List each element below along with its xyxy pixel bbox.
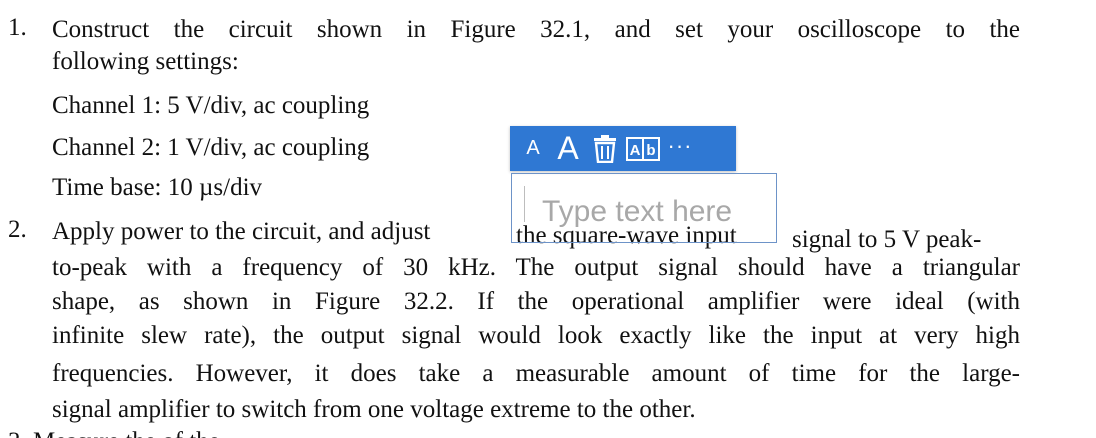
list-number-1: 1. <box>8 14 27 41</box>
text-style-label-b: b <box>646 142 655 159</box>
more-options-icon: ··· <box>667 132 693 158</box>
item1-line2: following settings: <box>52 48 239 75</box>
list-number-2: 2. <box>8 216 27 243</box>
setting-channel-1: Channel 1: 5 V/div, ac coupling <box>52 92 370 119</box>
text-box-icon: A b <box>626 136 660 161</box>
more-options-button[interactable]: ··· <box>662 123 698 174</box>
delete-button[interactable] <box>586 126 624 171</box>
font-size-increase-button[interactable]: A <box>550 126 586 171</box>
text-style-label-a: A <box>630 142 641 159</box>
item2-line4: infinite slew rate), the output signal w… <box>52 322 1020 349</box>
item1-line1: Construct the circuit shown in Figure 32… <box>52 16 1020 43</box>
trash-icon <box>594 134 616 163</box>
font-size-decrease-label: A <box>526 137 540 159</box>
setting-time-base: Time base: 10 µs/div <box>52 174 263 201</box>
item2-line2: to-peak with a frequency of 30 kHz. The … <box>52 254 1020 281</box>
font-size-increase-label: A <box>557 130 579 166</box>
item2-line6: signal amplifier to switch from one volt… <box>52 396 696 423</box>
item3-partial-line: 3. Measure the of the <box>8 428 220 438</box>
text-style-button[interactable]: A b <box>624 126 662 171</box>
item2-line1-end: signal to 5 V peak- <box>792 226 982 253</box>
text-caret <box>524 186 525 222</box>
item2-line1-start: Apply power to the circuit, and adjust <box>52 218 431 245</box>
item2-line3: shape, as shown in Figure 32.2. If the o… <box>52 288 1020 315</box>
annotation-text-input[interactable] <box>542 194 772 230</box>
annotation-toolbar: A A A b ··· <box>510 126 736 171</box>
font-size-decrease-button[interactable]: A <box>510 126 550 171</box>
text-annotation-box[interactable] <box>511 173 777 243</box>
item2-line5: frequencies. However, it does take a mea… <box>52 360 1020 387</box>
setting-channel-2: Channel 2: 1 V/div, ac coupling <box>52 134 370 161</box>
